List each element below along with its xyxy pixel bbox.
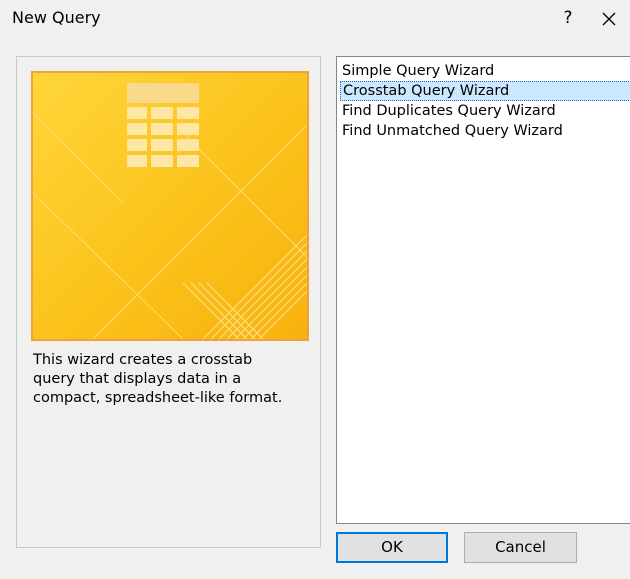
ok-button[interactable]: OK — [336, 532, 448, 563]
close-icon — [602, 12, 616, 26]
datasheet-grid-icon — [33, 73, 307, 339]
new-query-dialog: New Query ? This wizard creates a crosst… — [0, 0, 630, 579]
close-button[interactable] — [596, 6, 622, 32]
list-item-crosstab-query-wizard[interactable]: Crosstab Query Wizard — [340, 81, 630, 101]
cancel-button[interactable]: Cancel — [464, 532, 577, 563]
wizard-preview-image — [31, 71, 309, 341]
wizard-list[interactable]: Simple Query Wizard Crosstab Query Wizar… — [336, 56, 630, 524]
wizard-info-panel: This wizard creates a crosstab query tha… — [16, 56, 321, 548]
list-item-simple-query-wizard[interactable]: Simple Query Wizard — [340, 61, 630, 81]
help-button[interactable]: ? — [556, 6, 580, 30]
wizard-description: This wizard creates a crosstab query tha… — [33, 352, 283, 406]
list-item-find-unmatched-query-wizard[interactable]: Find Unmatched Query Wizard — [340, 121, 630, 141]
dialog-title: New Query — [12, 8, 101, 27]
list-item-find-duplicates-query-wizard[interactable]: Find Duplicates Query Wizard — [340, 101, 630, 121]
